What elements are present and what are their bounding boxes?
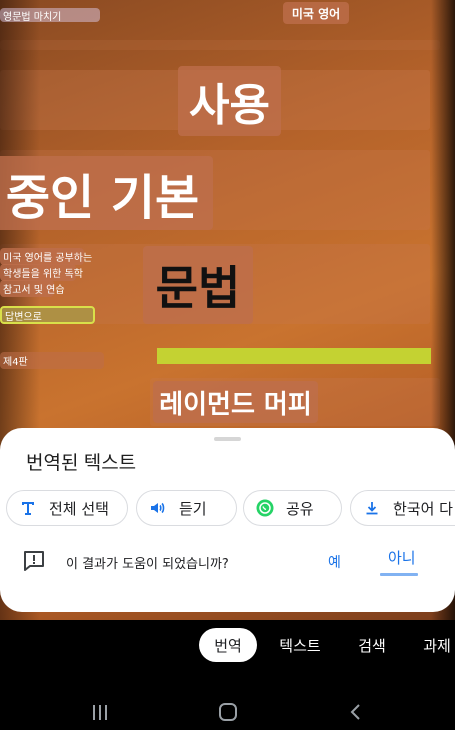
overlay-side-text: 미국 영어를 공부하는: [0, 248, 92, 265]
whatsapp-icon: [256, 499, 274, 517]
translated-text-sheet: 번역된 텍스트 전체 선택 듣기 공유 한국어 다 이 결과가 도움이 되었습니…: [0, 428, 455, 612]
overlay-text-author: 레이먼드 머피: [153, 381, 318, 423]
overlay-side-text: 제4판: [0, 352, 104, 369]
overlay-text-line2: 중인 기본: [0, 156, 213, 230]
select-all-chip[interactable]: 전체 선택: [6, 490, 128, 526]
back-icon: [350, 704, 360, 720]
overlay-side-text: 학생들을 위한 독학: [0, 264, 83, 281]
chip-label: 듣기: [179, 499, 207, 518]
feedback-yes-button[interactable]: 예: [328, 552, 341, 572]
sheet-title: 번역된 텍스트: [26, 453, 137, 474]
feedback-question: 이 결과가 도움이 되었습니까?: [66, 557, 229, 572]
back-button[interactable]: [342, 698, 370, 726]
feedback-no-underline: [380, 573, 418, 576]
home-button[interactable]: [214, 698, 242, 726]
action-chips: 전체 선택 듣기 공유 한국어 다: [6, 490, 455, 526]
overlay-text-line3: 문법: [143, 246, 253, 324]
home-icon: [219, 703, 237, 721]
chip-label: 전체 선택: [49, 499, 109, 518]
tab-search[interactable]: 검색: [345, 628, 399, 662]
recent-apps-icon: [93, 705, 107, 720]
overlay-side-text: 참고서 및 연습: [0, 280, 65, 297]
listen-chip[interactable]: 듣기: [136, 490, 237, 526]
highlight-bar: [157, 348, 431, 364]
sheet-drag-handle[interactable]: [214, 437, 241, 441]
overlay-text-top-right: 미국 영어: [283, 2, 349, 24]
feedback-icon: [22, 549, 46, 573]
share-chip[interactable]: 공유: [243, 490, 342, 526]
text-format-icon: [19, 499, 37, 517]
overlay-side-text: 답변으로: [0, 306, 95, 324]
speaker-icon: [149, 499, 167, 517]
chip-label: 한국어 다: [393, 499, 453, 518]
chip-label: 공유: [286, 499, 314, 518]
download-language-chip[interactable]: 한국어 다: [350, 490, 455, 526]
page-shadow: [0, 40, 440, 50]
overlay-text-top-left: 영문법 마치기: [0, 8, 100, 23]
tab-text[interactable]: 텍스트: [268, 628, 332, 662]
download-icon: [363, 499, 381, 517]
system-nav-bar: [0, 690, 455, 730]
feedback-no-button[interactable]: 아니: [388, 547, 416, 568]
tab-translate[interactable]: 번역: [199, 628, 257, 662]
mode-tabs: 번역 텍스트 검색 과제: [0, 620, 455, 668]
overlay-text-line1: 사용: [178, 66, 281, 136]
tab-homework[interactable]: 과제: [410, 628, 455, 662]
recent-apps-button[interactable]: [86, 698, 114, 726]
